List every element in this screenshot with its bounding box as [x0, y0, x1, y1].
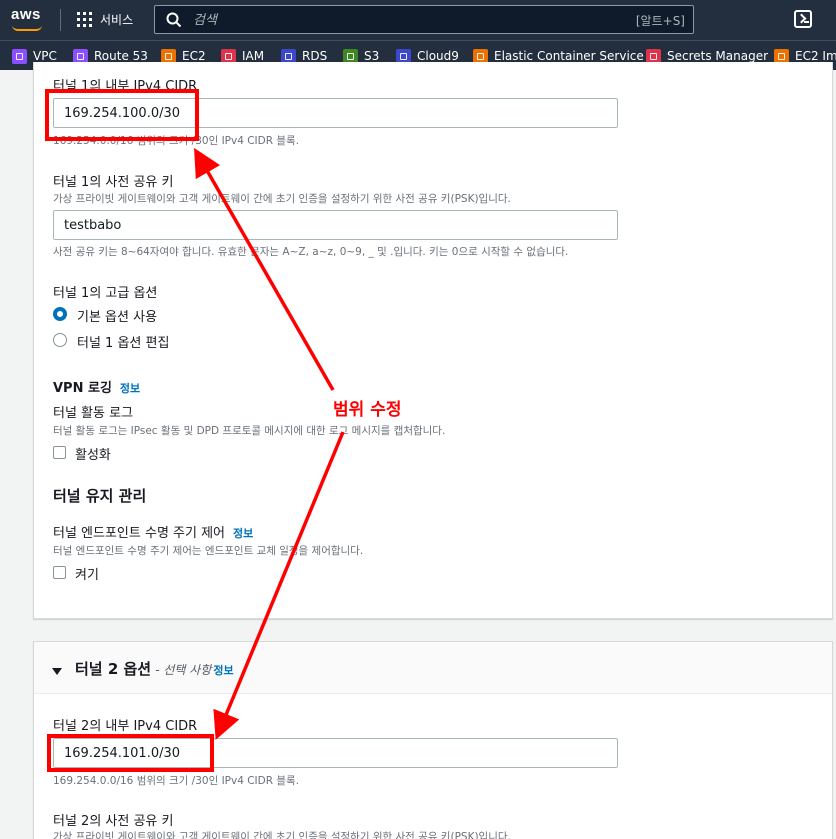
- favorite-label: VPC: [33, 49, 57, 63]
- endpoint-lifecycle-checkbox[interactable]: [53, 566, 66, 579]
- tunnel-activity-log-description: 터널 활동 로그는 IPsec 활동 및 DPD 프로토콜 메시지에 대한 로그…: [53, 425, 446, 437]
- favorite-label: Cloud9: [417, 49, 459, 63]
- tunnel1-psk-description: 가상 프라이빗 게이트웨이와 고객 게이트웨이 간에 초기 인증을 설정하기 위…: [53, 193, 511, 205]
- tunnel1-default-options-label[interactable]: 기본 옵션 사용: [77, 306, 157, 325]
- search-icon: [166, 12, 182, 28]
- endpoint-lifecycle-label: 터널 엔드포인트 수명 주기 제어: [53, 526, 226, 541]
- range-fix-annotation: 범위 수정: [333, 400, 402, 420]
- favorite-label: S3: [364, 49, 380, 63]
- search-input[interactable]: [193, 10, 573, 30]
- vpn-logging-heading: VPN 로깅 정보: [53, 377, 140, 396]
- favorite-label: Secrets Manager: [667, 49, 769, 63]
- top-nav: aws 서비스 [알트+S]: [0, 0, 836, 40]
- tunnel1-edit-options-label[interactable]: 터널 1 옵션 편집: [77, 332, 169, 351]
- tunnel2-psk-label: 터널 2의 사전 공유 키: [53, 814, 174, 829]
- endpoint-lifecycle-heading: 터널 엔드포인트 수명 주기 제어 정보: [53, 522, 253, 541]
- favorite-label: IAM: [242, 49, 265, 63]
- tunnel2-cidr-label: 터널 2의 내부 IPv4 CIDR: [53, 719, 198, 734]
- aws-logo[interactable]: aws: [11, 6, 41, 23]
- tunnel2-options-title: 터널 2 옵션: [75, 660, 152, 678]
- tunnel-activity-log-label: 터널 활동 로그: [53, 406, 134, 421]
- favorite-label: RDS: [302, 49, 328, 63]
- search-shortcut-hint: [알트+S]: [635, 14, 685, 28]
- tunnel2-cidr-hint: 169.254.0.0/16 범위의 크기 /30인 IPv4 CIDR 블록.: [53, 775, 300, 787]
- tunnel1-psk-hint: 사전 공유 키는 8~64자여야 합니다. 유효한 문자는 A~Z, a~z, …: [53, 246, 569, 258]
- endpoint-lifecycle-info-link[interactable]: 정보: [233, 527, 253, 540]
- vpc-icon: [12, 48, 27, 64]
- nav-divider: [60, 9, 61, 31]
- tunnel2-info-link[interactable]: 정보: [213, 664, 233, 677]
- tunnel2-optional-label: - 선택 사항: [155, 663, 212, 677]
- tunnel2-psk-description: 가상 프라이빗 게이트웨이와 고객 게이트웨이 간에 초기 인증을 설정하기 위…: [53, 831, 511, 839]
- endpoint-lifecycle-description: 터널 엔드포인트 수명 주기 제어는 엔드포인트 교체 일정을 제어합니다.: [53, 545, 364, 557]
- search-box[interactable]: [알트+S]: [154, 5, 694, 34]
- favorite-label: EC2 Ima: [795, 49, 836, 63]
- tunnel-activity-log-checkbox-label[interactable]: 활성화: [75, 444, 111, 463]
- tunnel1-psk-label: 터널 1의 사전 공유 키: [53, 175, 174, 190]
- tunnel2-cidr-highlight-box: [47, 734, 214, 772]
- caret-down-icon[interactable]: [52, 668, 62, 675]
- services-menu-button[interactable]: 서비스: [100, 11, 133, 28]
- tunnel-activity-log-checkbox[interactable]: [53, 446, 66, 459]
- favorite-label: Route 53: [94, 49, 148, 63]
- favorite-label: Elastic Container Service: [494, 49, 644, 63]
- favorite-label: EC2: [182, 49, 206, 63]
- tunnel1-cidr-highlight-box: [45, 89, 199, 141]
- tunnel1-psk-input[interactable]: [53, 210, 618, 240]
- tunnel1-advanced-options-label: 터널 1의 고급 옵션: [53, 286, 158, 301]
- vpn-logging-info-link[interactable]: 정보: [120, 382, 140, 395]
- aws-logo-smile: [12, 25, 42, 31]
- services-grid-icon[interactable]: [77, 12, 92, 27]
- endpoint-lifecycle-checkbox-label[interactable]: 켜기: [75, 564, 99, 583]
- tunnel2-header-text: 터널 2 옵션 - 선택 사항 정보: [75, 658, 234, 679]
- tunnel1-default-options-radio[interactable]: [53, 307, 67, 321]
- tunnel1-edit-options-radio[interactable]: [53, 333, 67, 347]
- cloudshell-icon[interactable]: [794, 10, 812, 28]
- tunnel-maintenance-heading: 터널 유지 관리: [53, 487, 147, 505]
- vpn-logging-title: VPN 로깅: [53, 381, 112, 396]
